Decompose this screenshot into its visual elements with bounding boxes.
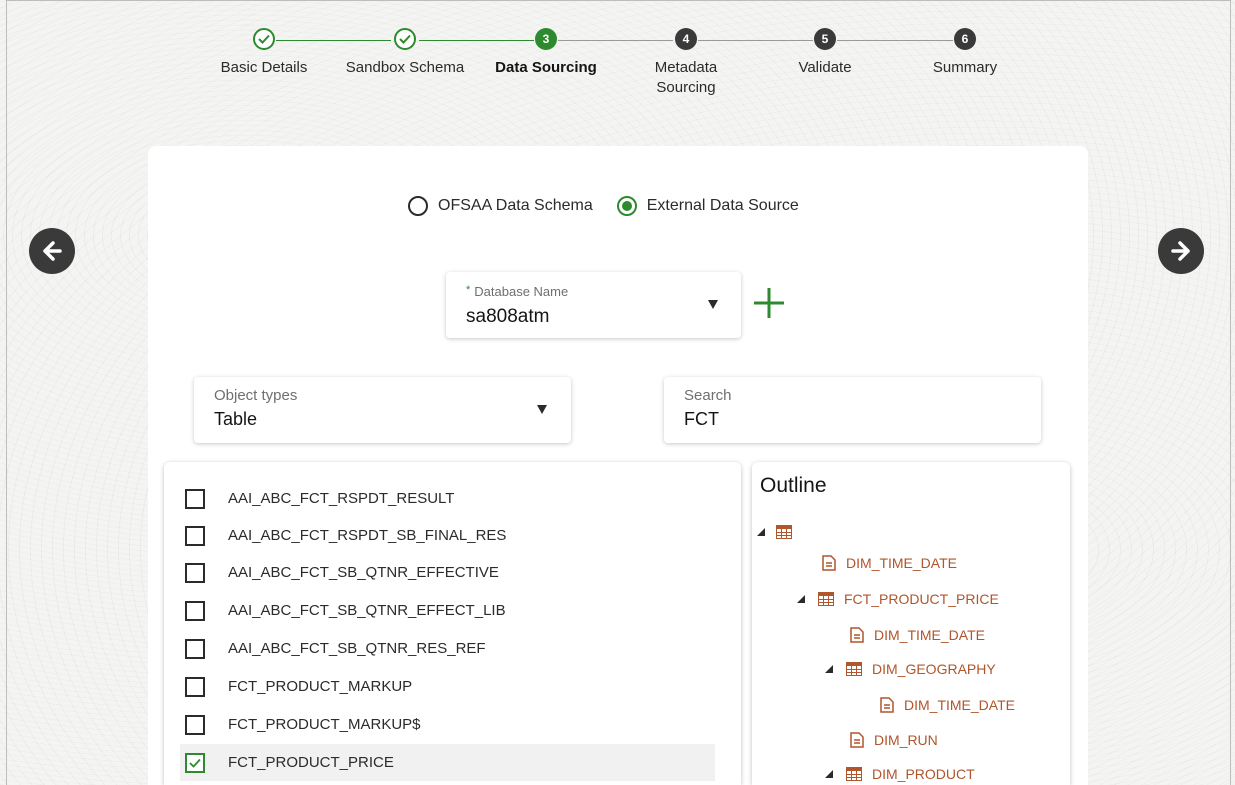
table-list-panel: AAI_ABC_FCT_RSPDT_RESULT AAI_ABC_FCT_RSP… <box>164 462 741 785</box>
next-button[interactable] <box>1158 228 1204 274</box>
expand-triangle-icon[interactable] <box>796 594 806 604</box>
list-item[interactable]: FCT_PRODUCT_PRICE <box>180 744 715 781</box>
tree-node-label: DIM_RUN <box>874 732 938 748</box>
tree-node[interactable]: DIM_TIME_DATE <box>822 553 957 573</box>
checkbox[interactable] <box>185 676 205 697</box>
checkbox[interactable] <box>185 525 205 546</box>
add-database-button[interactable] <box>752 286 786 320</box>
required-marker: * <box>466 284 471 296</box>
list-item-label: FCT_PRODUCT_PRICE <box>228 754 394 771</box>
tree-node[interactable] <box>756 522 802 542</box>
search-input[interactable]: Search FCT <box>664 377 1041 443</box>
step-data-sourcing[interactable]: 3 Data Sourcing <box>471 28 621 78</box>
step-validate[interactable]: 5 Validate <box>750 28 900 78</box>
checkbox[interactable] <box>185 488 205 509</box>
checkbox[interactable] <box>185 714 205 735</box>
expand-triangle-icon[interactable] <box>824 664 834 674</box>
chevron-down-icon <box>537 405 547 414</box>
checkbox-checked[interactable] <box>185 752 205 773</box>
list-item-label: AAI_ABC_FCT_SB_QTNR_EFFECT_LIB <box>228 602 506 619</box>
checkbox[interactable] <box>185 600 205 621</box>
step-summary[interactable]: 6 Summary <box>890 28 1040 78</box>
file-icon <box>822 555 836 571</box>
radio-label: OFSAA Data Schema <box>438 197 593 214</box>
tree-node-label: FCT_PRODUCT_PRICE <box>844 591 999 607</box>
list-item-label: AAI_ABC_FCT_SB_QTNR_EFFECTIVE <box>228 564 499 581</box>
step-label: Data Sourcing <box>495 59 597 76</box>
tree-node[interactable]: DIM_GEOGRAPHY <box>824 659 996 679</box>
source-type-radio-group: OFSAA Data Schema External Data Source <box>408 196 823 216</box>
tree-node[interactable]: DIM_PRODUCT <box>824 764 975 784</box>
arrow-left-icon <box>43 241 62 261</box>
check-icon <box>253 28 275 50</box>
step-label: Validate <box>798 59 852 76</box>
expand-triangle-icon[interactable] <box>756 527 766 537</box>
outline-panel: Outline DIM_TIME_DATE FCT_PRODUCT_PRICE … <box>752 462 1070 785</box>
radio-label: External Data Source <box>646 197 799 214</box>
list-item[interactable]: AAI_ABC_FCT_SB_QTNR_EFFECTIVE <box>180 554 715 591</box>
field-value: FCT <box>684 409 719 429</box>
field-value: sa808atm <box>466 306 550 327</box>
step-number-badge: 3 <box>535 28 557 50</box>
list-item-label: AAI_ABC_FCT_RSPDT_RESULT <box>228 490 455 507</box>
database-name-select[interactable]: * Database Name sa808atm <box>446 272 741 338</box>
external-data-source-radio[interactable] <box>616 196 637 216</box>
step-sandbox-schema[interactable]: Sandbox Schema <box>330 28 480 78</box>
chevron-down-icon <box>708 300 718 309</box>
step-number-badge: 4 <box>675 28 697 50</box>
tree-node-label: DIM_PRODUCT <box>872 766 975 782</box>
previous-button[interactable] <box>29 228 75 274</box>
check-icon <box>189 758 201 768</box>
step-label: Sandbox Schema <box>345 59 465 76</box>
table-icon <box>776 525 792 539</box>
list-item-label: FCT_PRODUCT_MARKUP$ <box>228 716 421 733</box>
file-icon <box>880 697 894 713</box>
tree-node-label: DIM_GEOGRAPHY <box>872 661 996 677</box>
list-item-label: AAI_ABC_FCT_RSPDT_SB_FINAL_RES <box>228 527 507 544</box>
step-label: Basic Details <box>220 59 308 76</box>
list-item[interactable]: AAI_ABC_FCT_RSPDT_RESULT <box>180 480 715 517</box>
file-icon <box>850 732 864 748</box>
checkbox[interactable] <box>185 638 205 659</box>
expand-triangle-icon[interactable] <box>824 769 834 779</box>
step-label: Metadata Sourcing <box>654 59 718 96</box>
field-label-text: Database Name <box>474 284 569 299</box>
list-item[interactable]: FCT_PRODUCT_MARKUP <box>180 668 715 705</box>
arrow-right-icon <box>1171 241 1190 261</box>
table-icon <box>818 592 834 606</box>
field-label: * Database Name <box>466 284 568 299</box>
step-label: Summary <box>932 59 998 76</box>
tree-node[interactable]: DIM_RUN <box>850 730 938 750</box>
ofsaa-data-schema-radio[interactable] <box>408 196 428 216</box>
list-item[interactable]: FCT_PRODUCT_MARKUP$ <box>180 706 715 743</box>
list-item[interactable]: AAI_ABC_FCT_SB_QTNR_RES_REF <box>180 630 715 667</box>
step-basic-details[interactable]: Basic Details <box>189 28 339 78</box>
list-item[interactable]: AAI_ABC_FCT_SB_QTNR_EFFECT_LIB <box>180 592 715 629</box>
outline-title: Outline <box>760 474 827 497</box>
table-icon <box>846 767 862 781</box>
object-types-select[interactable]: Object types Table <box>194 377 571 443</box>
field-label: Search <box>684 387 732 404</box>
tree-node-label: DIM_TIME_DATE <box>904 697 1015 713</box>
step-number-badge: 6 <box>954 28 976 50</box>
tree-node-label: DIM_TIME_DATE <box>874 627 985 643</box>
step-metadata-sourcing[interactable]: 4 Metadata Sourcing <box>611 28 761 98</box>
tree-node-label: DIM_TIME_DATE <box>846 555 957 571</box>
wizard-stepper: Basic Details Sandbox Schema 3 Data Sour… <box>0 0 1235 140</box>
field-value: Table <box>214 409 258 429</box>
tree-node[interactable]: DIM_TIME_DATE <box>880 695 1015 715</box>
list-item[interactable]: AAI_ABC_FCT_RSPDT_SB_FINAL_RES <box>180 517 715 554</box>
check-icon <box>394 28 416 50</box>
table-icon <box>846 662 862 676</box>
list-item-label: AAI_ABC_FCT_SB_QTNR_RES_REF <box>228 640 486 657</box>
list-item-label: FCT_PRODUCT_MARKUP <box>228 678 413 695</box>
tree-node[interactable]: DIM_TIME_DATE <box>850 625 985 645</box>
step-number-badge: 5 <box>814 28 836 50</box>
file-icon <box>850 627 864 643</box>
field-label: Object types <box>214 387 298 404</box>
tree-node[interactable]: FCT_PRODUCT_PRICE <box>796 589 999 609</box>
checkbox[interactable] <box>185 562 205 583</box>
